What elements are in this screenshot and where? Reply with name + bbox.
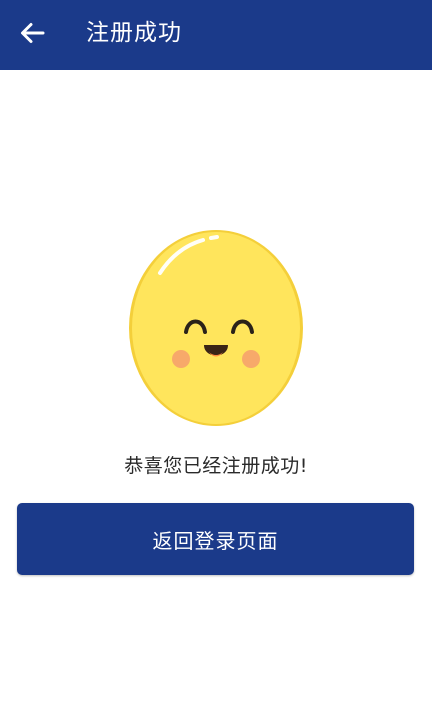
left-cheek bbox=[172, 350, 190, 368]
page-title: 注册成功 bbox=[86, 20, 182, 46]
success-message: 恭喜您已经注册成功! bbox=[124, 455, 308, 477]
right-cheek bbox=[242, 350, 260, 368]
face bbox=[132, 232, 300, 424]
registration-success-screen: 注册成功 恭喜您已经注册成功! 返回登录页面 bbox=[0, 0, 432, 723]
back-button[interactable] bbox=[12, 13, 52, 53]
return-login-button[interactable]: 返回登录页面 bbox=[17, 503, 414, 575]
top-app-bar: 注册成功 bbox=[0, 0, 432, 70]
arrow-left-icon bbox=[21, 23, 45, 43]
face-shine-dot bbox=[209, 235, 219, 240]
smiling-face-icon bbox=[129, 230, 303, 426]
